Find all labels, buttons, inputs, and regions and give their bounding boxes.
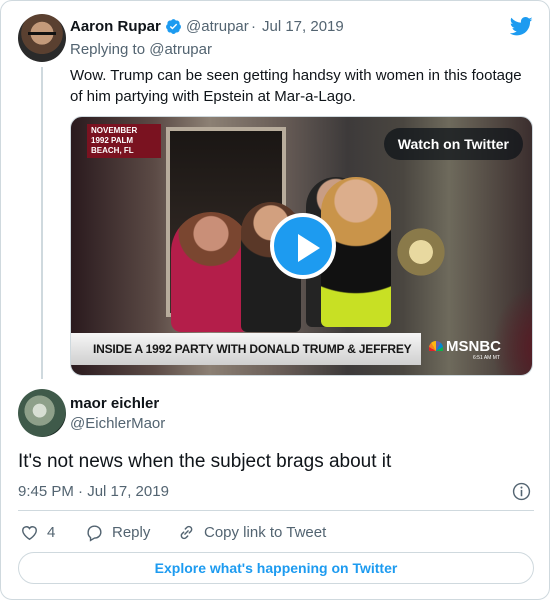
replying-label: Replying to xyxy=(70,41,146,58)
play-icon xyxy=(298,234,320,262)
link-icon xyxy=(180,525,193,539)
reply-bubble-icon xyxy=(87,524,102,542)
reply-timestamp[interactable]: 9:45 PM · Jul 17, 2019 xyxy=(18,483,169,500)
reply-tweet-text: It's not news when the subject brags abo… xyxy=(18,451,392,472)
watch-on-twitter-button[interactable]: Watch on Twitter xyxy=(383,128,523,160)
copy-link-label: Copy link to Tweet xyxy=(204,523,327,541)
explore-twitter-button[interactable]: Explore what's happening on Twitter xyxy=(18,552,534,584)
replying-to: Replying to @atrupar xyxy=(70,41,212,58)
network-logo: MSNBC 6:51 AM MT xyxy=(423,333,513,365)
peacock-icon xyxy=(429,341,443,351)
original-tweet-text: Wow. Trump can be seen getting handsy wi… xyxy=(70,67,522,105)
twitter-bird-icon[interactable] xyxy=(510,16,533,37)
tweet-embed-card: Aaron Rupar @atrupar · Jul 17, 2019 Repl… xyxy=(0,0,550,600)
heart-icon xyxy=(22,525,37,540)
tweet-date[interactable]: Jul 17, 2019 xyxy=(262,18,344,35)
video-scene-flowers xyxy=(391,227,451,277)
avatar-glasses xyxy=(28,32,56,40)
reply-author-handle[interactable]: @EichlerMaor xyxy=(70,415,165,432)
copy-link-button[interactable]: Copy link to Tweet xyxy=(177,522,326,542)
info-icon[interactable] xyxy=(512,482,531,501)
like-count: 4 xyxy=(47,523,56,541)
thread-line xyxy=(41,67,43,379)
play-button[interactable] xyxy=(270,213,336,279)
network-name: MSNBC xyxy=(446,338,501,355)
video-scene-figure xyxy=(171,212,251,332)
avatar-aaron-rupar[interactable] xyxy=(18,14,66,62)
video-lower-third: INSIDE A 1992 PARTY WITH DONALD TRUMP & … xyxy=(71,333,421,375)
meta-separator: · xyxy=(251,18,256,35)
verified-badge-icon xyxy=(166,19,181,34)
author-name[interactable]: Aaron Rupar xyxy=(70,18,161,35)
replying-handle-link[interactable]: @atrupar xyxy=(149,41,212,58)
avatar-maor-eichler[interactable] xyxy=(18,389,66,437)
reply-label: Reply xyxy=(112,523,151,541)
reply-button[interactable]: Reply xyxy=(85,522,150,542)
divider xyxy=(18,510,534,511)
reply-author-name[interactable]: maor eichler xyxy=(70,395,159,412)
author-handle[interactable]: @atrupar xyxy=(186,18,249,35)
network-time: 6:51 AM MT xyxy=(473,355,500,361)
video-thumbnail[interactable]: NOVEMBER 1992 PALM BEACH, FL Watch on Tw… xyxy=(70,116,533,376)
like-button[interactable]: 4 xyxy=(20,522,55,542)
video-dateline: NOVEMBER 1992 PALM BEACH, FL xyxy=(87,124,161,158)
